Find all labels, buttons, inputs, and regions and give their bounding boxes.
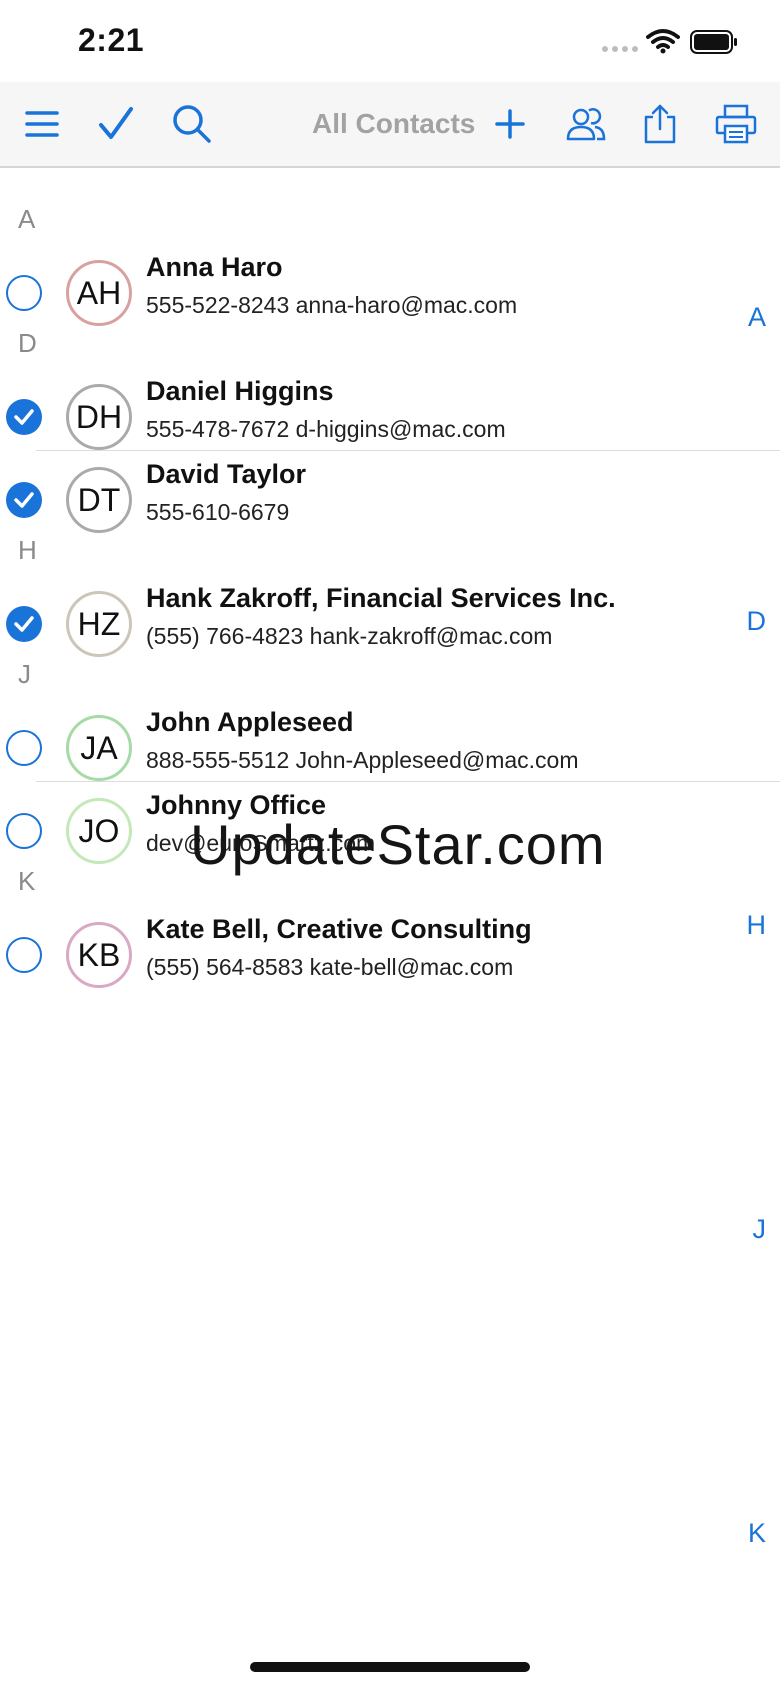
search-icon[interactable] [168,100,216,148]
print-icon[interactable] [712,100,760,148]
section-index-k[interactable]: K [748,1518,766,1549]
unchecked-circle-icon[interactable] [6,813,42,849]
contact-detail: (555) 766-4823 hank-zakroff@mac.com [146,623,553,649]
battery-icon [690,30,738,59]
section-header-d: D [18,328,37,358]
contact-row-anna-haro[interactable]: AH Anna Haro 555-522-8243 anna-haro@mac.… [0,248,780,368]
groups-icon[interactable] [562,100,610,148]
avatar: AH [66,260,132,326]
section-index-d[interactable]: D [747,606,767,637]
home-indicator[interactable] [250,1662,530,1672]
avatar: DH [66,384,132,450]
avatar: HZ [66,591,132,657]
contact-name: Hank Zakroff, Financial Services Inc. [146,583,616,613]
contact-name: Daniel Higgins [146,376,334,406]
section-header-a: A [18,204,36,234]
section-index-h[interactable]: H [747,910,767,941]
cellular-signal-icon [602,46,638,52]
checked-circle-icon[interactable] [6,399,42,435]
contact-name: John Appleseed [146,707,354,737]
contact-detail: 555-610-6679 [146,499,290,525]
section-index-a[interactable]: A [748,302,766,333]
wifi-icon [646,28,680,59]
checked-circle-icon[interactable] [6,482,42,518]
toolbar-title: All Contacts [312,108,476,139]
avatar: JA [66,715,132,781]
contact-name: Kate Bell, Creative Consulting [146,914,532,944]
contact-row-hank-zakroff[interactable]: HZ Hank Zakroff, Financial Services Inc.… [0,579,780,699]
contact-detail: 555-478-7672 d-higgins@mac.com [146,416,506,442]
contact-name: David Taylor [146,459,307,489]
share-icon[interactable] [636,100,684,148]
contact-name: Anna Haro [146,252,283,282]
row-separator [36,781,780,782]
unchecked-circle-icon[interactable] [6,937,42,973]
menu-icon[interactable] [18,100,66,148]
avatar: JO [66,798,132,864]
section-header-j: J [18,659,31,689]
toolbar: All Contacts [0,82,780,168]
unchecked-circle-icon[interactable] [6,730,42,766]
contact-row-david-taylor[interactable]: DT David Taylor 555-610-6679 [0,455,780,575]
status-bar: 2:21 [0,0,780,82]
avatar: DT [66,467,132,533]
watermark-text: UpdateStar.com [190,813,606,876]
contact-row-kate-bell[interactable]: KB Kate Bell, Creative Consulting (555) … [0,910,780,1030]
contact-detail: 555-522-8243 anna-haro@mac.com [146,292,518,318]
contact-detail: (555) 564-8583 kate-bell@mac.com [146,954,514,980]
add-icon[interactable] [486,100,534,148]
avatar: KB [66,922,132,988]
row-separator [36,450,780,451]
unchecked-circle-icon[interactable] [6,275,42,311]
checked-circle-icon[interactable] [6,606,42,642]
section-header-h: H [18,535,37,565]
status-time: 2:21 [78,22,145,58]
contact-detail: 888-555-5512 John-Appleseed@mac.com [146,747,579,773]
checkmark-icon[interactable] [92,100,140,148]
section-index-j[interactable]: J [753,1214,767,1245]
section-header-k: K [18,866,36,896]
